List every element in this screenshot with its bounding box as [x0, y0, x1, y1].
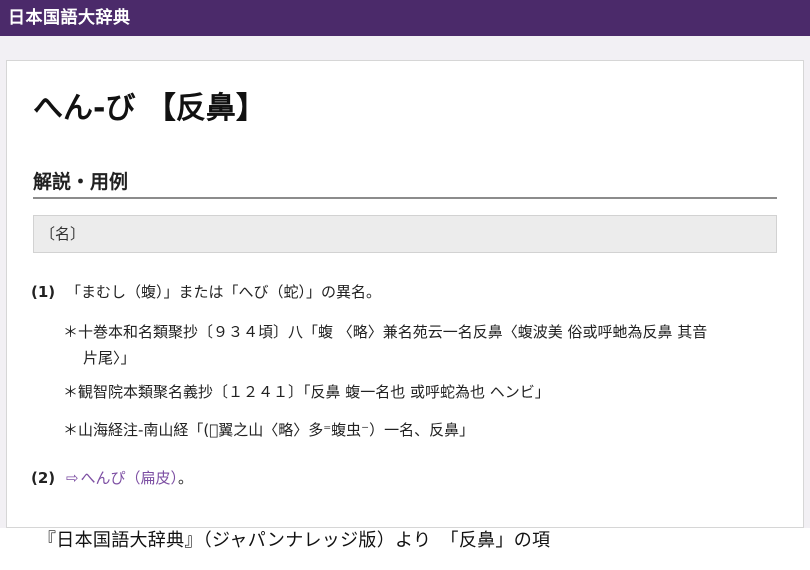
definition-text: 「まむし（蝮）」または「へび（蛇）」の異名。 [65, 283, 381, 301]
citation-line-continued: 片尾〉」 [83, 349, 136, 367]
cross-reference-link[interactable]: へんぴ（扁皮） [81, 469, 179, 487]
citation-2: ＊観智院本類聚名義抄〔１２４１〕「反鼻 蝮一名也 或呼蛇為也 ヘンビ」 [63, 381, 550, 403]
entry-card: へん-び 【反鼻】 解説・用例 〔名〕 (1) 「まむし（蝮）」または「へび（蛇… [6, 60, 804, 528]
citation-line: ＊山海経注-南山経「(𤼵翼之山〈略〉多⁼蝮虫⁻）一名、反鼻」 [63, 421, 475, 439]
site-title[interactable]: 日本国語大辞典 [8, 8, 131, 28]
citation-line: ＊観智院本類聚名義抄〔１２４１〕「反鼻 蝮一名也 或呼蛇為也 ヘンビ」 [63, 383, 550, 401]
definition-number: (1) [31, 283, 56, 301]
citation-line: ＊十巻本和名類聚抄〔９３４頃〕八「蝮 〈略〉兼名苑云一名反鼻〈蝮波美 俗或呼虵為… [63, 323, 708, 341]
part-of-speech-box: 〔名〕 [33, 215, 777, 253]
definition-2: (2) ⇨ へんぴ（扁皮）。 [31, 467, 193, 488]
entry-title: へん-び 【反鼻】 [33, 91, 266, 126]
image-caption: 『日本国語大辞典』（ジャパンナレッジ版）より 「反鼻」の項 [38, 530, 551, 551]
definition-trailing: 。 [178, 469, 194, 487]
section-heading: 解説・用例 [33, 167, 777, 199]
citation-1: ＊十巻本和名類聚抄〔９３４頃〕八「蝮 〈略〉兼名苑云一名反鼻〈蝮波美 俗或呼虵為… [63, 321, 783, 369]
definition-1: (1) 「まむし（蝮）」または「へび（蛇）」の異名。 [31, 281, 381, 302]
definition-number: (2) [31, 469, 56, 487]
cross-reference-arrow-icon: ⇨ [65, 469, 79, 487]
site-header: 日本国語大辞典 [0, 0, 810, 36]
part-of-speech: 〔名〕 [40, 225, 86, 243]
citation-3: ＊山海経注-南山経「(𤼵翼之山〈略〉多⁼蝮虫⁻）一名、反鼻」 [63, 419, 474, 441]
